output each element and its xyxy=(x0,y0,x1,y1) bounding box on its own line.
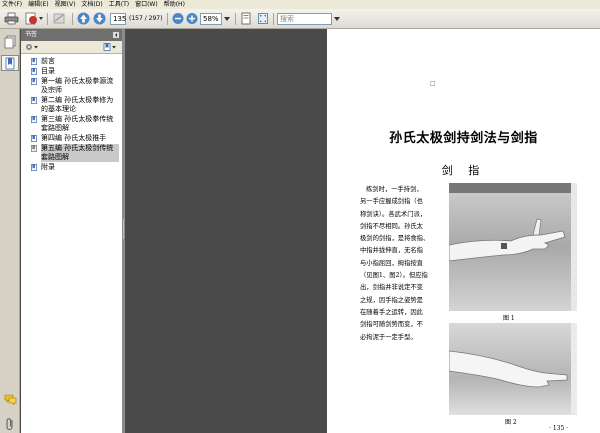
bookmark-label: 第三编 孙氏太极拳传统套路图解 xyxy=(41,115,114,132)
new-bookmark-icon[interactable] xyxy=(103,43,117,51)
menu-view[interactable]: 视图(V) xyxy=(55,0,76,9)
sign-icon[interactable] xyxy=(51,12,68,25)
bookmarks-panel-toolbar xyxy=(21,41,122,54)
paragraph-line: 极剑的剑指，是将食指、 xyxy=(360,235,430,243)
paragraph-line: 中指并拢伸直，无名指 xyxy=(360,247,423,255)
full-screen-icon[interactable] xyxy=(257,12,269,25)
menu-bar: 文件(F) 编辑(E) 视图(V) 文档(D) 工具(T) 窗口(W) 帮助(H… xyxy=(0,0,600,9)
attachments-paperclip-icon[interactable] xyxy=(4,417,16,431)
paragraph-line: 必拘泥于一定手型。 xyxy=(360,333,417,341)
page-number-footer: · 135 · xyxy=(549,425,569,432)
zoom-in-icon[interactable] xyxy=(186,12,198,25)
paragraph-line: 与小指屈回，拇指按直 xyxy=(360,259,423,267)
bookmarks-panel: 书签 前言 目录 第一编 孙氏太极拳源流及宗师 第二编 孙氏太极拳修为的基本理论… xyxy=(21,29,122,433)
zoom-level-input[interactable]: 58% xyxy=(200,13,222,25)
bookmark-item-contents[interactable]: 目录 xyxy=(31,67,122,76)
bookmark-item-preface[interactable]: 前言 xyxy=(31,57,122,66)
bookmark-list: 前言 目录 第一编 孙氏太极拳源流及宗师 第二编 孙氏太极拳修为的基本理论 第三… xyxy=(21,54,122,172)
collapse-panel-icon[interactable] xyxy=(113,32,119,38)
bookmark-label: 第二编 孙氏太极拳修为的基本理论 xyxy=(41,96,114,113)
page-count-label: (157 / 297) xyxy=(129,15,163,22)
search-input[interactable]: 搜索 xyxy=(277,13,332,25)
bookmark-icon xyxy=(31,97,37,104)
bookmarks-panel-tab[interactable] xyxy=(1,55,19,71)
bookmark-icon xyxy=(31,78,37,85)
bookmarks-panel-title: 书签 xyxy=(25,31,38,38)
bookmark-icon xyxy=(31,135,37,142)
bookmark-icon xyxy=(31,164,37,171)
bookmark-item-part-1[interactable]: 第一编 孙氏太极拳源流及宗师 xyxy=(31,77,122,95)
menu-edit[interactable]: 编辑(E) xyxy=(28,0,48,9)
bookmark-label: 第一编 孙氏太极拳源流及宗师 xyxy=(41,77,114,94)
bookmark-item-part-4[interactable]: 第四编 孙氏太极推手 xyxy=(31,134,122,143)
menu-tools[interactable]: 工具(T) xyxy=(109,0,129,9)
bookmarks-panel-header: 书签 xyxy=(21,29,122,41)
options-gear-icon[interactable] xyxy=(25,43,39,51)
bookmark-item-appendix[interactable]: 附录 xyxy=(31,163,122,172)
paragraph-line: 另一手应握成剑指（也 xyxy=(360,198,423,206)
paragraph-line: 剑指可随剑势而变，不 xyxy=(360,321,423,329)
bookmark-item-part-5-selected[interactable]: 第五编 孙氏太极剑传统套路图解 xyxy=(31,144,122,162)
next-page-icon[interactable] xyxy=(93,12,106,25)
bookmark-item-part-2[interactable]: 第二编 孙氏太极拳修为的基本理论 xyxy=(31,96,122,114)
menu-document[interactable]: 文档(D) xyxy=(81,0,102,9)
paragraph-line: 之规，因手指之姿势是 xyxy=(360,296,423,304)
bookmark-icon xyxy=(31,68,37,75)
figure-2-caption: 图 2 xyxy=(505,419,517,426)
menu-window[interactable]: 窗口(W) xyxy=(135,0,158,9)
page-title: 孙氏太极剑持剑法与剑指 xyxy=(389,131,538,146)
bookmark-label: 目录 xyxy=(41,67,55,75)
search-dropdown-chevron-down-icon[interactable] xyxy=(333,12,341,25)
comments-icon[interactable] xyxy=(4,394,17,405)
page-top-mark: □ xyxy=(430,80,436,87)
bookmark-icon xyxy=(31,58,37,65)
bookmark-icon xyxy=(31,145,37,152)
bookmark-label: 第五编 孙氏太极剑传统套路图解 xyxy=(41,144,119,162)
paragraph-line: （见图1、图2）。但应指 xyxy=(360,272,428,280)
paragraph-line: 剑指不尽相同。孙氏太 xyxy=(360,222,423,230)
navigation-strip xyxy=(0,29,20,433)
bookmark-label: 前言 xyxy=(41,57,55,65)
menu-help[interactable]: 帮助(H) xyxy=(164,0,185,9)
paragraph-line: 在随着手之运转，因此 xyxy=(360,308,423,316)
print-icon[interactable] xyxy=(4,12,19,25)
document-page: □ 孙氏太极剑持剑法与剑指 剑 指 练剑时，一手持剑， 另一手应握成剑指（也 称… xyxy=(327,29,600,433)
paragraph-line: 练剑时，一手持剑， xyxy=(366,186,423,193)
figure-1-photo xyxy=(449,183,577,311)
pages-panel-icon[interactable] xyxy=(4,35,16,49)
menu-file[interactable]: 文件(F) xyxy=(2,0,22,9)
zoom-out-icon[interactable] xyxy=(172,12,184,25)
page-number-input[interactable]: 135 xyxy=(110,13,126,25)
body-paragraph: 练剑时，一手持剑， 另一手应握成剑指（也 称剑诀）。各武术门派， 剑指不尽相同。… xyxy=(360,184,446,344)
zoom-dropdown-chevron-down-icon[interactable] xyxy=(223,12,231,25)
bookmark-item-part-3[interactable]: 第三编 孙氏太极拳传统套路图解 xyxy=(31,115,122,133)
figure-1-caption: 图 1 xyxy=(503,315,515,322)
section-heading: 剑 指 xyxy=(441,164,486,177)
paragraph-line: 出，剑指并非说定不变 xyxy=(360,284,423,292)
figure-2-photo xyxy=(449,323,577,415)
bookmark-label: 第四编 孙氏太极推手 xyxy=(41,134,107,142)
bookmark-icon xyxy=(31,116,37,123)
paragraph-line: 称剑诀）。各武术门派， xyxy=(360,210,427,218)
bookmark-label: 附录 xyxy=(41,163,55,171)
bookmark-icon xyxy=(5,57,15,70)
toolbar: 135 (157 / 297) 58% 搜索 xyxy=(0,9,600,29)
pdf-attachment-icon[interactable] xyxy=(24,12,44,25)
previous-page-icon[interactable] xyxy=(77,12,90,25)
fit-page-icon[interactable] xyxy=(240,12,252,25)
